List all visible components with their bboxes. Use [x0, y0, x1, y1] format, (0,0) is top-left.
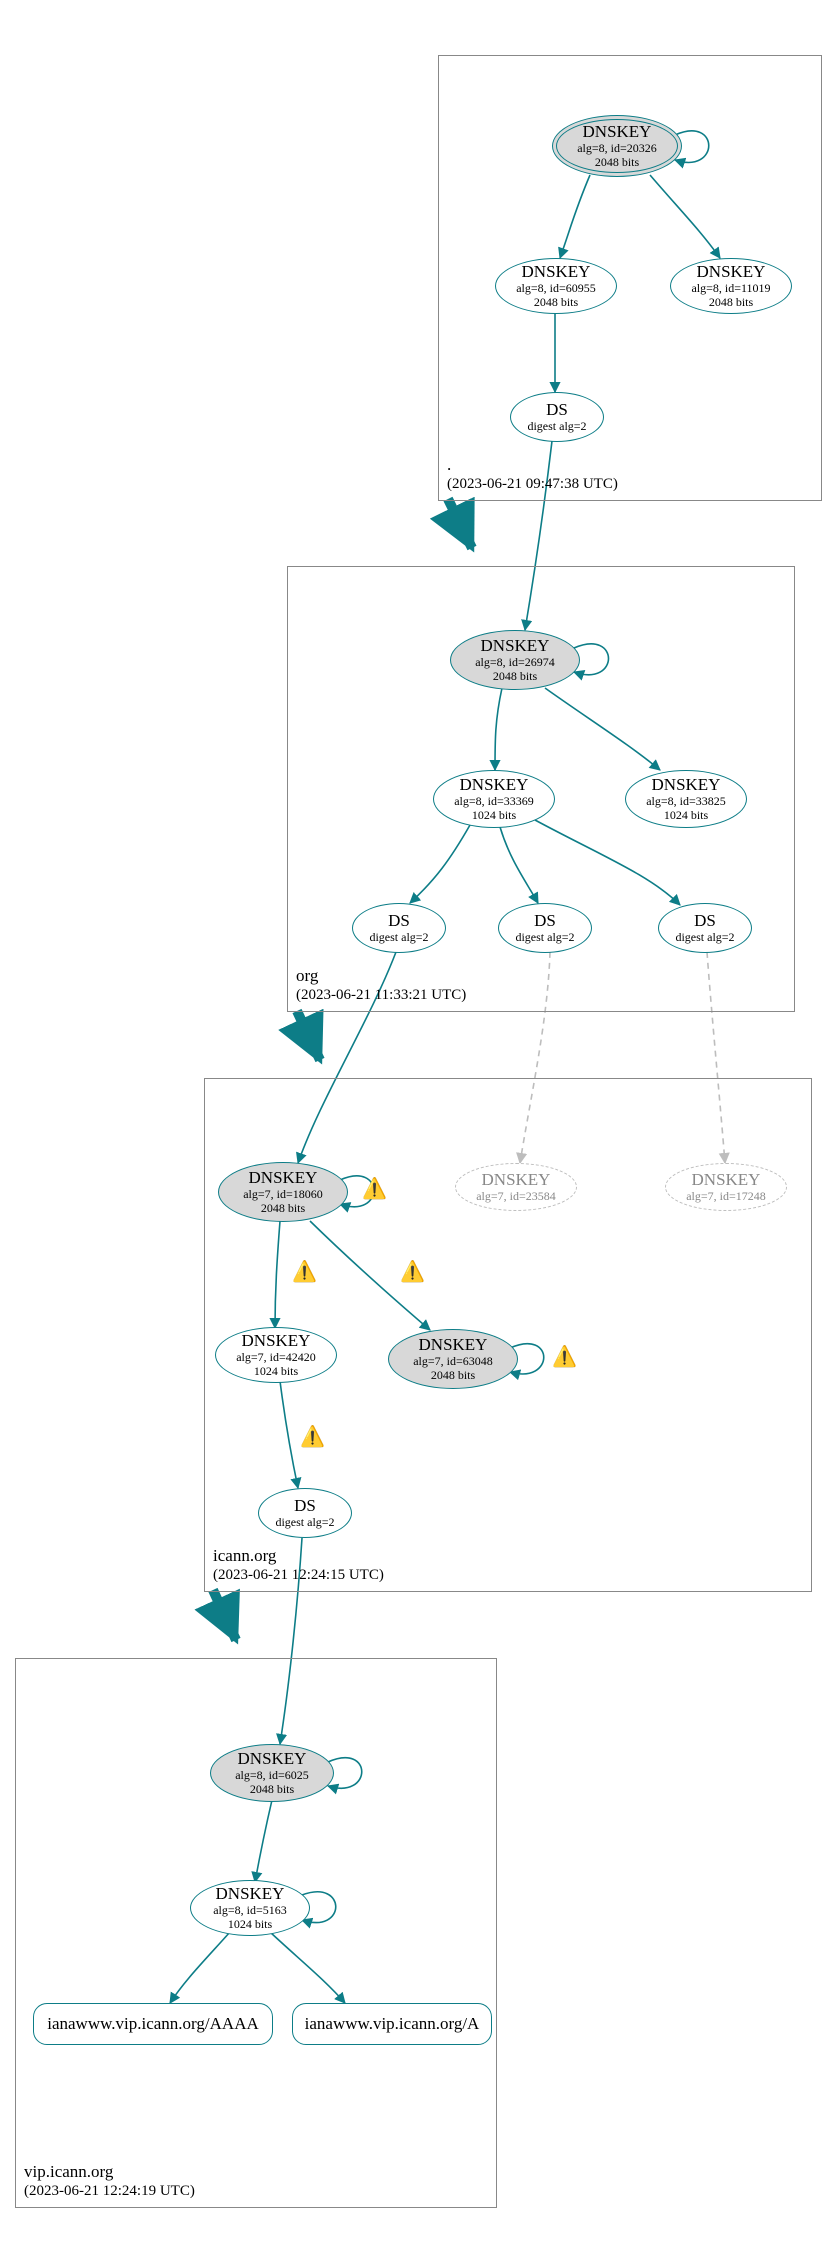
dnskey-icann-ksk2: DNSKEY alg=7, id=63048 2048 bits: [388, 1329, 518, 1389]
warning-icon: ⚠️: [400, 1262, 422, 1282]
dnskey-org-zsk: DNSKEY alg=8, id=33369 1024 bits: [433, 770, 555, 828]
dnskey-org-zsk2: DNSKEY alg=8, id=33825 1024 bits: [625, 770, 747, 828]
dnskey-icann-unknown-2: DNSKEY alg=7, id=17248: [665, 1163, 787, 1211]
zone-icann-ts: (2023-06-21 12:24:15 UTC): [213, 1566, 384, 1585]
zone-org-ts: (2023-06-21 11:33:21 UTC): [296, 986, 466, 1005]
dnskey-icann-ksk: DNSKEY alg=7, id=18060 2048 bits: [218, 1162, 348, 1222]
warning-icon: ⚠️: [292, 1262, 314, 1282]
warning-icon: ⚠️: [362, 1179, 384, 1199]
dnskey-icann-zsk: DNSKEY alg=7, id=42420 1024 bits: [215, 1327, 337, 1383]
dnskey-org-ksk: DNSKEY alg=8, id=26974 2048 bits: [450, 630, 580, 690]
rrset-aaaa: ianawww.vip.icann.org/AAAA: [33, 2003, 273, 2045]
warning-icon: ⚠️: [300, 1427, 322, 1447]
ds-root: DS digest alg=2: [510, 392, 604, 442]
zone-root-ts: (2023-06-21 09:47:38 UTC): [447, 475, 618, 494]
zone-root-name: .: [447, 454, 618, 475]
dnskey-root-zsk: DNSKEY alg=8, id=60955 2048 bits: [495, 258, 617, 314]
ds-org-3: DS digest alg=2: [658, 903, 752, 953]
dnskey-icann-unknown-1: DNSKEY alg=7, id=23584: [455, 1163, 577, 1211]
warning-icon: ⚠️: [552, 1347, 574, 1367]
zone-icann-name: icann.org: [213, 1545, 384, 1566]
zone-org-name: org: [296, 965, 466, 986]
rrset-a: ianawww.vip.icann.org/A: [292, 2003, 492, 2045]
dnskey-root-zsk2: DNSKEY alg=8, id=11019 2048 bits: [670, 258, 792, 314]
ds-icann: DS digest alg=2: [258, 1488, 352, 1538]
dnskey-vip-zsk: DNSKEY alg=8, id=5163 1024 bits: [190, 1880, 310, 1936]
dnskey-root-ksk: DNSKEY alg=8, id=20326 2048 bits: [552, 115, 682, 177]
ds-org-2: DS digest alg=2: [498, 903, 592, 953]
dnskey-vip-ksk: DNSKEY alg=8, id=6025 2048 bits: [210, 1744, 334, 1802]
zone-vip-ts: (2023-06-21 12:24:19 UTC): [24, 2182, 195, 2201]
zone-vip-name: vip.icann.org: [24, 2161, 195, 2182]
ds-org-1: DS digest alg=2: [352, 903, 446, 953]
